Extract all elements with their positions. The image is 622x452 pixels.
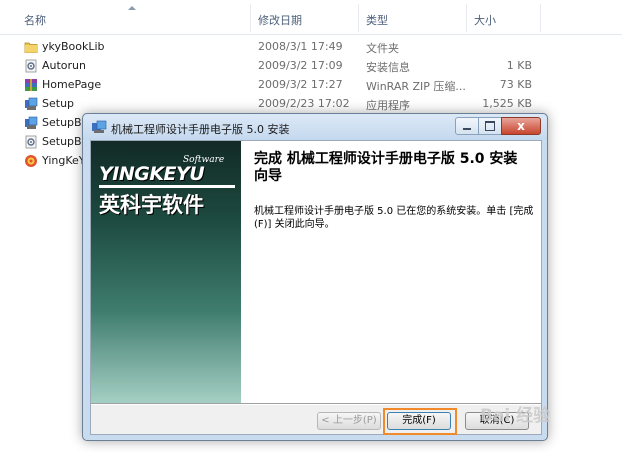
file-size: 73 KB (499, 78, 532, 91)
column-separator[interactable] (466, 4, 467, 32)
minimize-button[interactable] (455, 117, 479, 135)
maximize-button[interactable] (478, 117, 502, 135)
file-row[interactable]: ykyBookLib 2008/3/1 17:49 文件夹 (0, 38, 622, 57)
title-bar[interactable]: 机械工程师设计手册电子版 5.0 安装 x (83, 114, 547, 140)
winrar-archive-icon (25, 79, 37, 91)
file-name: YingKeY (42, 154, 86, 167)
file-name: HomePage (42, 78, 102, 91)
installer-window: 机械工程师设计手册电子版 5.0 安装 x Software YINGKEYU … (82, 113, 548, 441)
setup-exe-icon (25, 97, 38, 110)
wizard-side-image: Software YINGKEYU 英科宇软件 (91, 141, 241, 403)
column-size[interactable]: 大小 (474, 12, 496, 30)
settings-file-icon (25, 59, 37, 73)
column-date[interactable]: 修改日期 (258, 12, 302, 30)
file-name: ykyBookLib (42, 40, 105, 53)
sort-ascending-icon (128, 6, 136, 10)
file-row[interactable]: HomePage 2009/3/2 17:27 WinRAR ZIP 压缩...… (0, 76, 622, 95)
logo-brand-text: YINGKEYU (99, 163, 205, 185)
column-separator[interactable] (250, 4, 251, 32)
minimize-icon (463, 128, 471, 130)
wizard-client-area: Software YINGKEYU 英科宇软件 完成 机械工程师设计手册电子版 … (90, 140, 542, 435)
file-size: 1 KB (506, 59, 532, 72)
window-title: 机械工程师设计手册电子版 5.0 安装 (111, 123, 290, 136)
file-name: Autorun (42, 59, 87, 72)
watermark: Bai 经验 (480, 406, 551, 426)
file-date: 2009/3/2 17:27 (258, 78, 343, 91)
file-row[interactable]: Autorun 2009/3/2 17:09 安装信息 1 KB (0, 57, 622, 76)
file-size: 1,525 KB (482, 97, 532, 110)
file-date: 2009/3/2 17:09 (258, 59, 343, 72)
logo-underline (99, 185, 235, 188)
file-type: 应用程序 (366, 99, 410, 112)
wizard-heading: 完成 机械工程师设计手册电子版 5.0 安装向导 (254, 151, 518, 184)
finish-button-highlight (383, 408, 457, 435)
column-separator[interactable] (540, 4, 541, 32)
column-separator[interactable] (358, 4, 359, 32)
column-name[interactable]: 名称 (24, 12, 46, 30)
settings-file-icon (25, 135, 37, 149)
folder-icon (24, 42, 38, 53)
file-row[interactable]: Setup 2009/2/23 17:02 应用程序 1,525 KB (0, 95, 622, 114)
file-type: 文件夹 (366, 42, 399, 55)
column-type[interactable]: 类型 (366, 12, 388, 30)
button-divider (91, 403, 541, 405)
maximize-icon (485, 121, 495, 131)
close-icon: x (517, 119, 525, 133)
wizard-message: 机械工程师设计手册电子版 5.0 已在您的系统安装。单击 [完成(F)] 关闭此… (254, 206, 534, 230)
setup-app-icon (92, 120, 107, 133)
close-button[interactable]: x (501, 117, 541, 135)
file-date: 2009/2/23 17:02 (258, 97, 350, 110)
file-type: 安装信息 (366, 61, 410, 74)
setup-exe-icon (25, 116, 38, 129)
file-date: 2008/3/1 17:49 (258, 40, 343, 53)
file-type: WinRAR ZIP 压缩... (366, 80, 466, 93)
window-controls: x (455, 117, 541, 135)
wizard-content: 完成 机械工程师设计手册电子版 5.0 安装向导 机械工程师设计手册电子版 5.… (241, 141, 541, 403)
file-name: Setup (42, 97, 75, 110)
back-button[interactable]: < 上一步(P) (317, 412, 381, 430)
app-icon (25, 155, 37, 167)
column-header: 名称 修改日期 类型 大小 (0, 0, 622, 35)
logo-chinese-text: 英科宇软件 (99, 193, 204, 217)
